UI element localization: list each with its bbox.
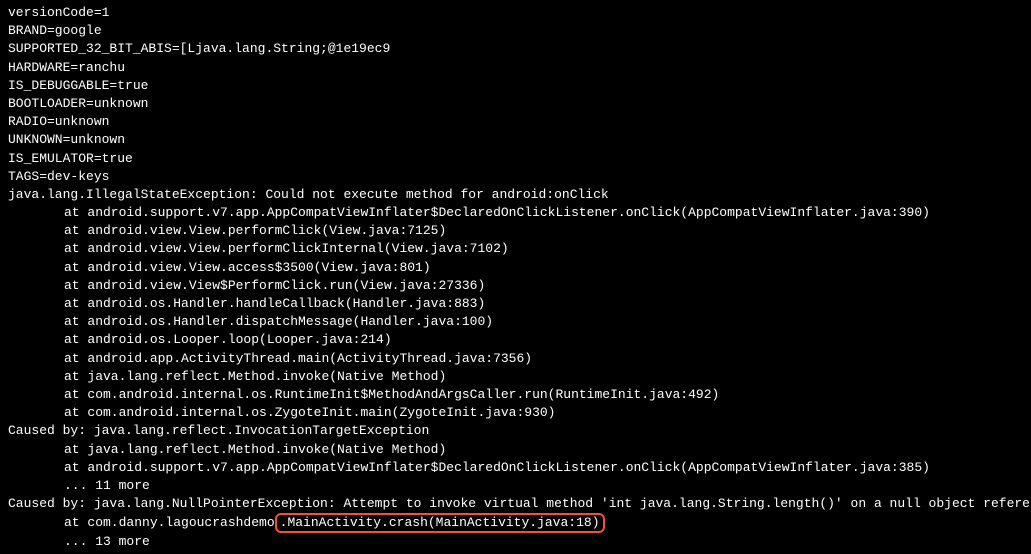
stack-frame: at android.view.View.performClickInterna… [8,240,1023,258]
stack-frame: at android.app.ActivityThread.main(Activ… [8,350,1023,368]
stack-frame: at android.os.Looper.loop(Looper.java:21… [8,331,1023,349]
stack-more: ... 11 more [8,477,1023,495]
stack-frame: at java.lang.reflect.Method.invoke(Nativ… [8,368,1023,386]
stack-frame: at android.view.View.performClick(View.j… [8,222,1023,240]
prop-unknown: UNKNOWN=unknown [8,131,1023,149]
terminal-output: versionCode=1 BRAND=google SUPPORTED_32_… [8,4,1023,551]
prop-tags: TAGS=dev-keys [8,168,1023,186]
prop-isDebuggable: IS_DEBUGGABLE=true [8,77,1023,95]
stack-frame: at java.lang.reflect.Method.invoke(Nativ… [8,441,1023,459]
stack-frame: at com.android.internal.os.RuntimeInit$M… [8,386,1023,404]
prop-versionCode: versionCode=1 [8,4,1023,22]
stack-frame: at com.android.internal.os.ZygoteInit.ma… [8,404,1023,422]
highlight-annotation: .MainActivity.crash(MainActivity.java:18… [275,513,605,533]
caused-by-header: Caused by: java.lang.NullPointerExceptio… [8,495,1023,513]
stack-frame: at android.view.View$PerformClick.run(Vi… [8,277,1023,295]
stack-frame: at android.support.v7.app.AppCompatViewI… [8,204,1023,222]
prop-radio: RADIO=unknown [8,113,1023,131]
stack-frame: at android.support.v7.app.AppCompatViewI… [8,459,1023,477]
caused-by-header: Caused by: java.lang.reflect.InvocationT… [8,422,1023,440]
stack-frame-highlighted: at com.danny.lagoucrashdemo.MainActivity… [8,513,1023,533]
prop-bootloader: BOOTLOADER=unknown [8,95,1023,113]
stack-more: ... 13 more [8,533,1023,551]
prop-brand: BRAND=google [8,22,1023,40]
prop-hardware: HARDWARE=ranchu [8,59,1023,77]
stack-frame: at android.view.View.access$3500(View.ja… [8,259,1023,277]
stack-frame: at android.os.Handler.dispatchMessage(Ha… [8,313,1023,331]
exception-header: java.lang.IllegalStateException: Could n… [8,186,1023,204]
prop-isEmulator: IS_EMULATOR=true [8,150,1023,168]
stack-frame-prefix: at com.danny.lagoucrashdemo [64,515,275,530]
prop-supported32: SUPPORTED_32_BIT_ABIS=[Ljava.lang.String… [8,40,1023,58]
stack-frame: at android.os.Handler.handleCallback(Han… [8,295,1023,313]
